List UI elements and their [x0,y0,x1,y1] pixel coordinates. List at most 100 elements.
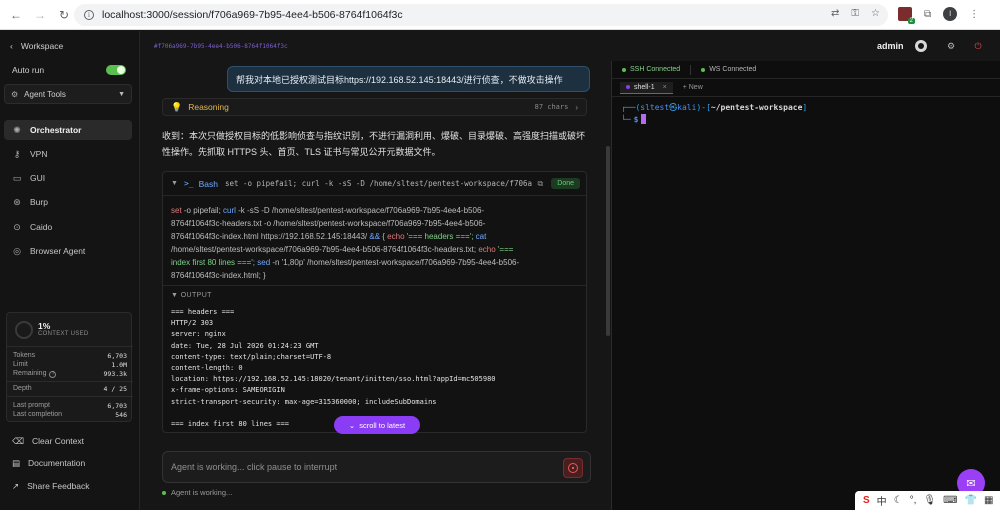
divider [7,381,133,382]
keyboard-icon[interactable]: ⌨ [943,495,957,506]
documentation-link[interactable]: ▤ Documentation [4,454,132,472]
tool-command-code: set -o pipefail; curl -k -sS -D /home/sl… [171,204,581,282]
share-feedback-link[interactable]: ↗ Share Feedback [4,477,132,495]
github-icon[interactable] [915,40,927,52]
close-icon[interactable]: × [663,84,667,91]
forward-icon[interactable]: → [32,7,48,23]
ime-logo-icon[interactable]: S [863,495,870,506]
tab-shell-1[interactable]: shell-1 × [620,81,673,94]
external-link-icon: ↗ [12,480,20,491]
code-token: 8764f1064f3c-index.html https://192.168.… [171,232,370,241]
tab-label: shell-1 [634,83,655,91]
copy-icon[interactable]: ⧉ [538,179,544,189]
limit-label: Limit [13,361,28,368]
reasoning-toggle[interactable]: 💡 Reasoning 87 chars › [162,98,587,116]
mic-icon[interactable]: 🎙 [923,495,936,506]
message-input[interactable]: Agent is working... click pause to inter… [162,451,591,483]
clear-context-button[interactable]: ⌫ Clear Context [4,432,132,450]
status-dot-icon [622,67,626,72]
workspace-back[interactable]: ‹ Workspace [10,41,63,51]
last-prompt-row: Last prompt 6,703 [13,402,127,410]
sidebar-item-gui[interactable]: ▭ GUI [4,168,132,188]
profile-avatar[interactable]: l [943,7,958,21]
workspace-label: Workspace [20,41,64,51]
username[interactable]: admin [877,41,904,51]
terminal-input-line[interactable]: └─ $ [621,114,647,124]
apps-icon[interactable]: ▦ [984,495,993,506]
agent-tools-label: Agent Tools [24,89,66,99]
punctuation-icon[interactable]: °, [910,495,917,506]
extensions-puzzle-icon[interactable]: ⧉ [924,9,931,20]
status-dot-icon [162,490,166,495]
depth-label: Depth [13,385,32,392]
code-line: 8764f1064f3c-headers.txt -o /home/sltest… [171,217,581,230]
context-label: CONTEXT USED [38,331,89,337]
code-line: 8764f1064f3c-index.html; } [171,269,581,282]
tool-command-preview: set -o pipefail; curl -k -sS -D /home/sl… [224,179,532,188]
new-tab-button[interactable]: + New [683,84,703,91]
code-line: 8764f1064f3c-index.html https://192.168.… [171,230,581,243]
sidebar-item-caido[interactable]: ⊙ Caido [4,217,132,237]
settings-gear-icon[interactable]: ⚙ [941,36,961,56]
agent-status: Agent is working... [162,488,232,497]
back-icon[interactable]: ← [8,7,24,23]
status-badge: Done [551,178,580,189]
divider [7,346,133,347]
tokens-row: Tokens 6,703 [13,352,127,360]
sidebar-item-label: Browser Agent [30,246,86,256]
sidebar-item-burp[interactable]: ⊛ Burp [4,192,132,212]
agent-tools-dropdown[interactable]: ⚙ Agent Tools ▼ [4,84,132,104]
share-feedback-label: Share Feedback [27,481,90,491]
sidebar-item-vpn[interactable]: ⚷ VPN [4,144,132,164]
terminal-icon: >_ [183,179,194,188]
help-icon[interactable]: ? [49,371,57,378]
output-label: OUTPUT [180,292,212,299]
ssh-status: SSH Connected [622,66,680,73]
ssh-status-label: SSH Connected [630,66,681,73]
chat-panel: #f706a969-7b95-4ee4-b506-8764f1064f3c 帮我… [141,31,611,510]
context-percent: 1% [38,321,51,331]
logout-icon[interactable]: ⏻ [968,36,988,56]
moon-icon[interactable]: ☾ [894,495,903,506]
translate-icon[interactable]: ⇄ [831,8,839,19]
address-bar[interactable]: i localhost:3000/session/f706a969-7b95-4… [74,4,888,26]
chat-scrollbar[interactable] [606,146,610,336]
output-toggle[interactable]: ▼ OUTPUT [171,292,212,299]
url-text[interactable]: localhost:3000/session/f706a969-7b95-4ee… [102,9,403,21]
code-token: 8764f1064f3c-headers.txt -o /home/sltest… [171,219,486,228]
sidebar-item-orchestrator[interactable]: ✺ Orchestrator [4,120,132,140]
reasoning-label: Reasoning [188,102,229,112]
reload-icon[interactable]: ↻ [56,7,72,23]
clear-context-label: Clear Context [32,436,84,446]
ime-lang[interactable]: 中 [877,493,887,508]
prompt-symbol: $ [633,114,639,124]
documentation-label: Documentation [28,458,86,468]
pause-button[interactable] [563,458,583,478]
autorun-label: Auto run [12,65,45,75]
password-key-icon[interactable]: ⚿ [851,8,859,19]
tool-call-header[interactable]: ▼ >_ Bash set -o pipefail; curl -k -sS -… [163,172,586,196]
terminal-panel[interactable]: SSH Connected WS Connected shell-1 × + N… [611,61,1000,510]
key-icon: ⚷ [13,148,21,159]
scroll-to-latest-button[interactable]: ⌄ scroll to latest [334,416,420,434]
skin-icon[interactable]: 👕 [965,495,977,506]
last-prompt-value: 6,703 [107,402,127,410]
chevron-down-icon: ⌄ [348,420,356,430]
sidebar-item-browser-agent[interactable]: ◎ Browser Agent [4,241,132,261]
browser-menu-icon[interactable]: ⋮ [969,9,979,20]
last-completion-label: Last completion [13,411,63,418]
app-header: admin ⚙ ⏻ [611,31,1000,61]
site-info-icon[interactable]: i [84,10,94,20]
ws-status-label: WS Connected [709,66,757,73]
sidebar: ‹ Workspace Auto run ⚙ Agent Tools ▼ ✺ O… [0,31,140,510]
bookmark-star-icon[interactable]: ☆ [871,8,880,19]
user-message: 帮我对本地已授权测试目标https://192.168.52.145:18443… [227,66,590,92]
chevron-right-icon: › [575,102,578,112]
code-token: /home/sltest/pentest-workspace/f706a969-… [171,245,479,254]
ime-toolbar: S 中 ☾ °, 🎙 ⌨ 👕 ▦ [855,491,1000,510]
last-completion-row: Last completion 546 [13,411,127,419]
extension-icon[interactable]: 2 [898,7,915,24]
autorun-toggle[interactable] [106,65,126,75]
depth-row: Depth 4 / 25 [13,385,127,393]
code-token: sed [255,258,271,267]
